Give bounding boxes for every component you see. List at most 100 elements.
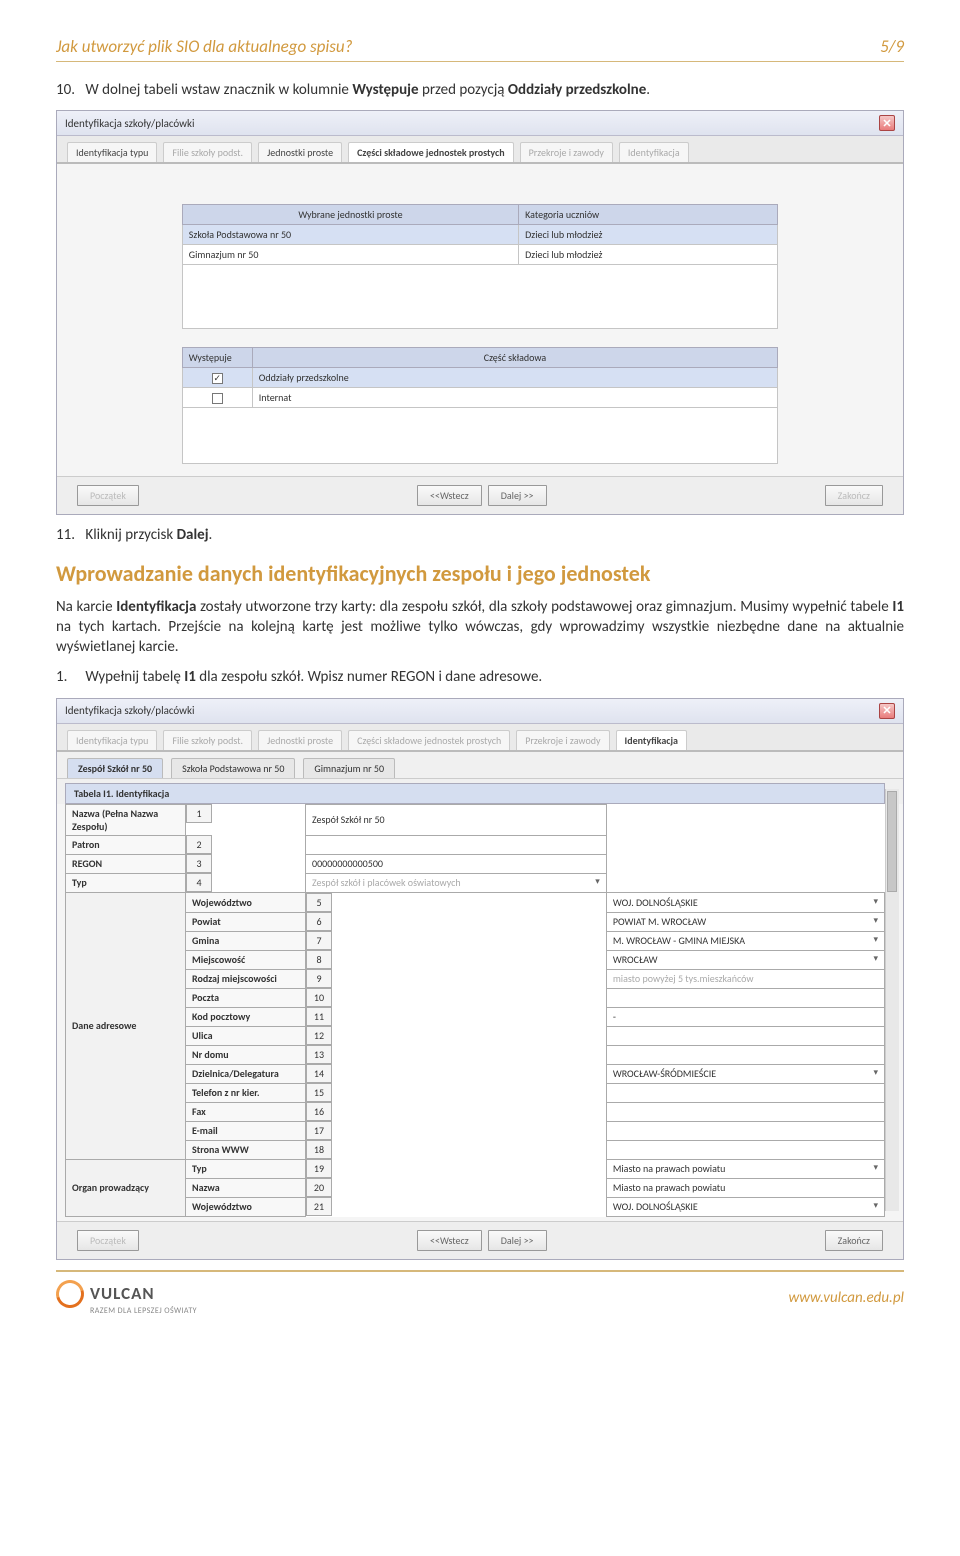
table-row[interactable]: Ulica12	[66, 1026, 885, 1045]
intro-paragraph: Na karcie Identyfikacja zostały utworzon…	[56, 597, 904, 658]
field-label: Rodzaj miejscowości	[186, 969, 306, 988]
field-value[interactable]: WROCŁAW	[606, 950, 884, 969]
field-value[interactable]	[606, 1045, 884, 1064]
end-button[interactable]: Zakończ	[825, 1230, 883, 1251]
table-row[interactable]: Nazwa20Miasto na prawach powiatu	[66, 1178, 885, 1197]
field-value[interactable]: Miasto na prawach powiatu	[606, 1178, 884, 1197]
dialog-identyfikacja-1: Identyfikacja szkoły/placówki ✕ Identyfi…	[56, 110, 904, 515]
row-number: 15	[306, 1083, 332, 1102]
subtab-zespol[interactable]: Zespół Szkół nr 50	[67, 758, 163, 778]
subtab-szkola-podst[interactable]: Szkoła Podstawowa nr 50	[171, 758, 295, 778]
table-row[interactable]: Telefon z nr kier.15	[66, 1083, 885, 1102]
tab-identyfikacja-typu[interactable]: Identyfikacja typu	[67, 142, 157, 162]
field-label: Nazwa	[186, 1178, 306, 1197]
field-label: Województwo	[186, 1197, 306, 1216]
table-row[interactable]: Strona WWW18	[66, 1140, 885, 1159]
tab-identyfikacja[interactable]: Identyfikacja	[616, 730, 687, 750]
table-row[interactable]: Organ prowadzącyTyp19Miasto na prawach p…	[66, 1159, 885, 1178]
table-row[interactable]: Typ4Zespół szkół i placówek oświatowych	[66, 873, 885, 893]
sub-tab-bar: Zespół Szkół nr 50 Szkoła Podstawowa nr …	[57, 752, 903, 779]
field-label: Poczta	[186, 988, 306, 1007]
table-row[interactable]: E-mail17	[66, 1121, 885, 1140]
table-row[interactable]: Kod pocztowy11 -	[66, 1007, 885, 1026]
row-number: 9	[306, 969, 332, 988]
table-row[interactable]: Dane adresoweWojewództwo5WOJ. DOLNOŚLĄSK…	[66, 893, 885, 913]
checkbox-icon[interactable]: ✓	[212, 373, 223, 384]
row-number: 19	[306, 1159, 332, 1178]
field-value[interactable]	[306, 835, 607, 854]
field-value[interactable]: WROCŁAW-ŚRÓDMIEŚCIE	[606, 1064, 884, 1083]
field-value[interactable]: POWIAT M. WROCŁAW	[606, 912, 884, 931]
close-icon[interactable]: ✕	[879, 703, 895, 719]
field-label: E-mail	[186, 1121, 306, 1140]
field-value[interactable]	[606, 1083, 884, 1102]
table-row[interactable]: Szkoła Podstawowa nr 50 Dzieci lub młodz…	[182, 225, 777, 245]
field-value[interactable]: M. WROCŁAW - GMINA MIEJSKA	[606, 931, 884, 950]
back-button[interactable]: <<Wstecz	[417, 1230, 482, 1251]
field-label: Strona WWW	[186, 1140, 306, 1159]
field-value[interactable]	[606, 1026, 884, 1045]
field-value[interactable]: 00000000000500	[306, 854, 607, 873]
header-divider	[56, 61, 904, 62]
field-label: Nazwa (Pełna Nazwa Zespołu)	[66, 804, 186, 835]
field-value[interactable]: WOJ. DOLNOŚLĄSKIE	[606, 893, 884, 913]
table-row[interactable]: Województwo21WOJ. DOLNOŚLĄSKIE	[66, 1197, 885, 1216]
table-row[interactable]: Patron2	[66, 835, 885, 854]
table-row[interactable]: ✓ Oddziały przedszkolne	[182, 368, 777, 388]
field-value[interactable]: Miasto na prawach powiatu	[606, 1159, 884, 1178]
table-row[interactable]: Gimnazjum nr 50 Dzieci lub młodzież	[182, 245, 777, 265]
next-button[interactable]: Dalej >>	[488, 1230, 547, 1251]
field-value[interactable]: WOJ. DOLNOŚLĄSKIE	[606, 1197, 884, 1216]
field-value[interactable]	[606, 1121, 884, 1140]
field-value[interactable]: -	[606, 1007, 884, 1026]
table-row[interactable]: Powiat6POWIAT M. WROCŁAW	[66, 912, 885, 931]
next-button[interactable]: Dalej >>	[488, 485, 547, 506]
table-row[interactable]: Gmina7M. WROCŁAW - GMINA MIEJSKA	[66, 931, 885, 950]
field-value[interactable]: miasto powyżej 5 tys.mieszkańców	[606, 969, 884, 988]
group-label: Organ prowadzący	[66, 1159, 186, 1216]
tab-przekroje: Przekroje i zawody	[516, 730, 609, 750]
tab-czesci-skladowe[interactable]: Części składowe jednostek prostych	[348, 142, 513, 162]
field-label: Województwo	[186, 893, 306, 913]
back-button[interactable]: <<Wstecz	[417, 485, 482, 506]
scrollbar[interactable]	[885, 789, 899, 1211]
table-section-title: Tabela I1. Identyfikacja	[65, 783, 885, 804]
field-label: Miejscowość	[186, 950, 306, 969]
subtab-gimnazjum[interactable]: Gimnazjum nr 50	[303, 758, 395, 778]
field-value[interactable]	[606, 1140, 884, 1159]
table-row[interactable]: Nazwa (Pełna Nazwa Zespołu)1Zespół Szkół…	[66, 804, 885, 835]
field-value[interactable]	[606, 1102, 884, 1121]
page-title: Jak utworzyć plik SIO dla aktualnego spi…	[56, 36, 353, 57]
field-value[interactable]	[606, 988, 884, 1007]
field-value[interactable]: Zespół Szkół nr 50	[306, 804, 607, 835]
close-icon[interactable]: ✕	[879, 115, 895, 131]
dialog-identyfikacja-2: Identyfikacja szkoły/placówki ✕ Identyfi…	[56, 698, 904, 1260]
row-number: 10	[306, 988, 332, 1007]
th-wystepuje: Występuje	[182, 348, 252, 368]
tab-jednostki-proste[interactable]: Jednostki proste	[258, 142, 342, 162]
table-row[interactable]: REGON300000000000500	[66, 854, 885, 873]
tab-czesci-skladowe: Części składowe jednostek prostych	[348, 730, 510, 750]
table-row[interactable]: Miejscowość8 WROCŁAW	[66, 950, 885, 969]
row-number: 11	[306, 1007, 332, 1026]
field-value[interactable]: Zespół szkół i placówek oświatowych	[306, 873, 607, 893]
field-label: Dzielnica/Delegatura	[186, 1064, 306, 1083]
field-label: Ulica	[186, 1026, 306, 1045]
table-row[interactable]: Fax16	[66, 1102, 885, 1121]
row-number: 4	[186, 873, 212, 892]
th-czesc: Część składowa	[252, 348, 777, 368]
tab-filie: Filie szkoły podst.	[163, 730, 252, 750]
row-number: 7	[306, 931, 332, 950]
row-number: 6	[306, 912, 332, 931]
table-row[interactable]: Rodzaj miejscowości9 miasto powyżej 5 tys…	[66, 969, 885, 988]
table-row[interactable]: Nr domu13	[66, 1045, 885, 1064]
row-number: 8	[306, 950, 332, 969]
th-kategoria: Kategoria uczniów	[519, 205, 778, 225]
table-row[interactable]: Dzielnica/Delegatura14WROCŁAW-ŚRÓDMIEŚCI…	[66, 1064, 885, 1083]
table-row[interactable]: Internat	[182, 388, 777, 408]
field-label: Kod pocztowy	[186, 1007, 306, 1026]
checkbox-icon[interactable]	[212, 393, 223, 404]
logo-swirl-icon	[51, 1275, 89, 1313]
start-button: Początek	[77, 1230, 139, 1251]
table-row[interactable]: Poczta10	[66, 988, 885, 1007]
